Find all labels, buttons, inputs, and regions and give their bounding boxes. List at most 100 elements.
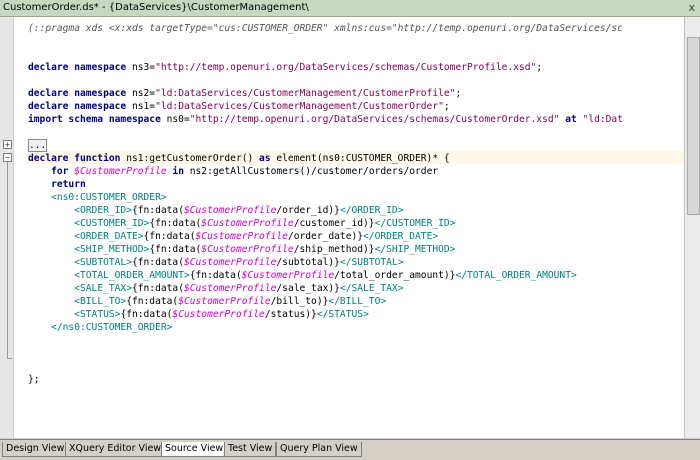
code-token: <SUBTOTAL>	[74, 257, 132, 268]
code-token: declare namespace	[28, 62, 127, 73]
code-line: };	[28, 373, 40, 386]
code-token: {fn:data(	[149, 218, 202, 229]
code-token: {fn:data(	[126, 296, 179, 307]
code-token: </CUSTOMER_ID>	[374, 218, 456, 229]
code-line: <SALE_TAX>{fn:data($CustomerProfile/sale…	[28, 282, 403, 295]
code-token: ns1=	[126, 101, 156, 112]
code-token: </TOTAL_ORDER_AMOUNT>	[455, 270, 577, 281]
code-line: <BILL_TO>{fn:data($CustomerProfile/bill_…	[28, 295, 386, 308]
code-line: for $CustomerProfile in ns2:getAllCustom…	[28, 165, 438, 178]
code-token: {fn:data(	[120, 309, 173, 320]
code-token: /total_order_amount)}	[334, 270, 456, 281]
code-token: </STATUS>	[316, 309, 369, 320]
code-token: </SHIP_METHOD>	[374, 244, 456, 255]
code-token: $CustomerProfile	[183, 283, 277, 294]
source-editor[interactable]: + − (::pragma xds <x:xds targetType="cus…	[0, 17, 684, 438]
fold-collapse-icon[interactable]: −	[3, 153, 12, 162]
code-token: declare namespace	[28, 101, 127, 112]
vertical-scrollbar[interactable]	[684, 17, 700, 438]
code-line: <CUSTOMER_ID>{fn:data($CustomerProfile/c…	[28, 217, 455, 230]
code-token: <BILL_TO>	[74, 296, 127, 307]
code-token: element(ns0:CUSTOMER_ORDER)* {	[270, 153, 450, 164]
code-token: <TOTAL_ORDER_AMOUNT>	[74, 270, 190, 281]
code-token: /ship_method)}	[293, 244, 375, 255]
code-token: /status)}	[264, 309, 317, 320]
code-line: (::pragma xds <x:xds targetType="cus:CUS…	[28, 22, 623, 35]
code-token: <ORDER_DATE>	[74, 231, 144, 242]
code-token: $CustomerProfile	[183, 205, 277, 216]
code-token: {fn:data(	[143, 231, 196, 242]
code-token: <ns0:CUSTOMER_ORDER>	[51, 192, 167, 203]
code-token: };	[28, 374, 40, 385]
code-token: "ld:DataServices/CustomerManagement/Cust…	[155, 88, 456, 99]
code-line: <ORDER_ID>{fn:data($CustomerProfile/orde…	[28, 204, 403, 217]
view-tab-bar: Design View XQuery Editor View Source View…	[0, 439, 700, 460]
code-token: <CUSTOMER_ID>	[74, 218, 150, 229]
code-token: ns3=	[126, 62, 156, 73]
code-line: ...	[28, 139, 48, 152]
code-token: at	[565, 114, 577, 125]
code-token: $CustomerProfile	[74, 166, 167, 177]
code-line: return	[28, 178, 86, 191]
tab-test-view[interactable]: Test View	[224, 442, 277, 457]
code-token: return	[51, 179, 86, 190]
editor-title: CustomerOrder.ds* - {DataServices}\Custo…	[3, 2, 309, 13]
code-line: <ORDER_DATE>{fn:data($CustomerProfile/or…	[28, 230, 438, 243]
code-token: {fn:data(	[131, 257, 184, 268]
code-line: declare namespace ns2="ld:DataServices/C…	[28, 87, 461, 100]
code-line: <SUBTOTAL>{fn:data($CustomerProfile/subt…	[28, 256, 403, 269]
tab-query-plan-view[interactable]: Query Plan View	[276, 442, 362, 457]
code-token: /customer_id)}	[293, 218, 375, 229]
code-token: $CustomerProfile	[195, 231, 288, 242]
code-line: declare namespace ns3="http://temp.openu…	[28, 61, 542, 74]
code-token: ;	[455, 88, 462, 99]
tab-xquery-editor-view[interactable]: XQuery Editor View	[65, 442, 166, 457]
code-token: <ORDER_ID>	[74, 205, 132, 216]
code-token: $CustomerProfile	[172, 309, 265, 320]
code-line: </ns0:CUSTOMER_ORDER>	[28, 321, 172, 334]
code-token: ns0=	[160, 114, 190, 125]
code-token: in	[172, 166, 184, 177]
code-token: $CustomerProfile	[201, 218, 294, 229]
scrollbar-thumb[interactable]	[687, 37, 700, 215]
code-token: ns2:getAllCustomers()/customer/orders/or…	[183, 166, 439, 177]
code-token: ;	[536, 62, 543, 73]
code-token: for	[51, 166, 69, 177]
code-line: <ns0:CUSTOMER_ORDER>	[28, 191, 167, 204]
code-token: {fn:data(	[131, 283, 184, 294]
tab-source-view[interactable]: Source View	[161, 442, 228, 457]
code-line: declare function ns1:getCustomerOrder() …	[28, 152, 450, 165]
code-token: $CustomerProfile	[178, 296, 271, 307]
tab-design-view[interactable]: Design View	[2, 442, 69, 457]
collapsed-block[interactable]: ...	[28, 139, 48, 152]
fold-expand-icon[interactable]: +	[3, 140, 12, 149]
code-line: <TOTAL_ORDER_AMOUNT>{fn:data($CustomerPr…	[28, 269, 577, 282]
code-token: </ORDER_DATE>	[363, 231, 439, 242]
code-token: <SHIP_METHOD>	[74, 244, 150, 255]
code-token: /sale_tax)}	[276, 283, 340, 294]
code-line: declare namespace ns1="ld:DataServices/C…	[28, 100, 450, 113]
code-token: "ld:Dat	[582, 114, 623, 125]
code-token: (::pragma xds <x:xds targetType="cus:CUS…	[28, 23, 623, 34]
code-token: import schema namespace	[28, 114, 161, 125]
code-token: "ld:DataServices/CustomerManagement/Cust…	[155, 101, 444, 112]
fold-guide-line	[7, 162, 8, 358]
code-token: {fn:data(	[149, 244, 202, 255]
code-token: declare namespace	[28, 88, 127, 99]
code-token: ns2=	[126, 88, 156, 99]
code-token: <STATUS>	[74, 309, 121, 320]
code-token: </SUBTOTAL>	[339, 257, 404, 268]
fold-guide-end	[7, 358, 12, 359]
close-icon[interactable]: x	[688, 1, 695, 15]
code-token: /order_date)}	[287, 231, 364, 242]
code-token: /subtotal)}	[276, 257, 340, 268]
code-line: <SHIP_METHOD>{fn:data($CustomerProfile/s…	[28, 243, 455, 256]
